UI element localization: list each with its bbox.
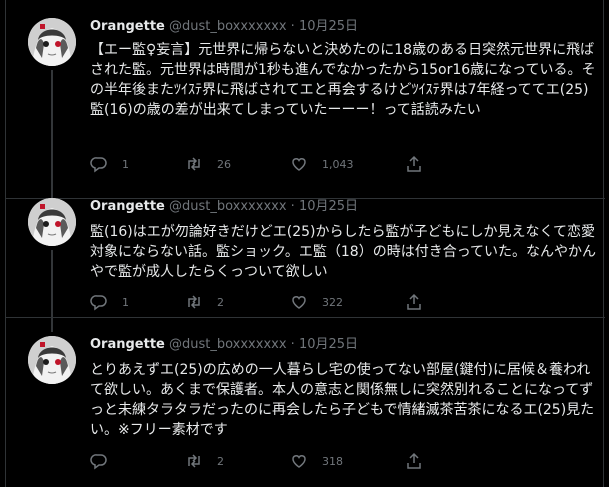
avatar[interactable] [28,198,76,246]
separator-dot: · [290,19,295,34]
retweet-button[interactable]: 26 [185,155,231,173]
retweet-icon [185,452,203,470]
tweet-header: Orangette @dust_boxxxxxxx · 10月25日 [90,198,358,216]
reply-button[interactable] [90,452,122,470]
retweet-count: 26 [217,157,231,171]
tweet[interactable]: Orangette @dust_boxxxxxxx · 10月25日 とりあえず… [6,318,605,487]
share-icon [405,155,423,173]
share-button[interactable] [405,155,423,173]
tweet-header: Orangette @dust_boxxxxxxx · 10月25日 [90,18,358,36]
separator-dot: · [290,337,295,352]
retweet-icon [185,293,203,311]
tweet-actions: 2 318 [90,452,596,472]
share-button[interactable] [405,293,423,311]
separator-dot: · [290,199,295,214]
display-name[interactable]: Orangette [90,19,165,34]
retweet-count: 2 [217,454,224,468]
avatar[interactable] [28,336,76,384]
reply-button[interactable]: 1 [90,155,129,173]
timeline: Orangette @dust_boxxxxxxx · 10月25日 【エー監♀… [5,0,605,487]
like-count: 318 [322,454,343,468]
display-name[interactable]: Orangette [90,199,165,214]
retweet-count: 2 [217,295,224,309]
retweet-icon [185,155,203,173]
tweet-date[interactable]: 10月25日 [299,337,358,352]
tweet[interactable]: Orangette @dust_boxxxxxxx · 10月25日 監(16)… [6,180,605,332]
reply-button[interactable]: 1 [90,293,129,311]
share-button[interactable] [405,452,423,470]
like-button[interactable]: 322 [290,293,343,311]
tweet-date[interactable]: 10月25日 [299,199,358,214]
reply-icon [90,293,108,311]
like-button[interactable]: 318 [290,452,343,470]
display-name[interactable]: Orangette [90,337,165,352]
retweet-button[interactable]: 2 [185,293,224,311]
avatar[interactable] [28,18,76,66]
like-count: 322 [322,295,343,309]
user-handle[interactable]: @dust_boxxxxxxx [169,19,287,34]
tweet-text: 監(16)はエが勿論好きだけどエ(25)からしたら監が子どもにしか見えなくて恋愛… [90,224,596,280]
share-icon [405,293,423,311]
like-button[interactable]: 1,043 [290,155,354,173]
thread-line [51,70,53,198]
tweet[interactable]: Orangette @dust_boxxxxxxx · 10月25日 【エー監♀… [6,0,605,198]
tweet-text: とりあえずエ(25)の広めの一人暮らし宅の使ってない部屋(鍵付)に居候＆養われて… [90,362,595,438]
like-count: 1,043 [322,157,354,171]
share-icon [405,452,423,470]
tweet-date[interactable]: 10月25日 [299,19,358,34]
reply-icon [90,155,108,173]
user-handle[interactable]: @dust_boxxxxxxx [169,337,287,352]
tweet-actions: 1 2 322 [90,293,596,313]
reply-icon [90,452,108,470]
heart-icon [290,293,308,311]
reply-count: 1 [122,157,129,171]
tweet-actions: 1 26 1,043 [90,155,596,175]
reply-count: 1 [122,295,129,309]
heart-icon [290,155,308,173]
user-handle[interactable]: @dust_boxxxxxxx [169,199,287,214]
tweet-text: 【エー監♀妄言】元世界に帰らないと決めたのに18歳のある日突然元世界に飛ばされた… [90,42,596,118]
retweet-button[interactable]: 2 [185,452,224,470]
tweet-header: Orangette @dust_boxxxxxxx · 10月25日 [90,336,358,354]
heart-icon [290,452,308,470]
